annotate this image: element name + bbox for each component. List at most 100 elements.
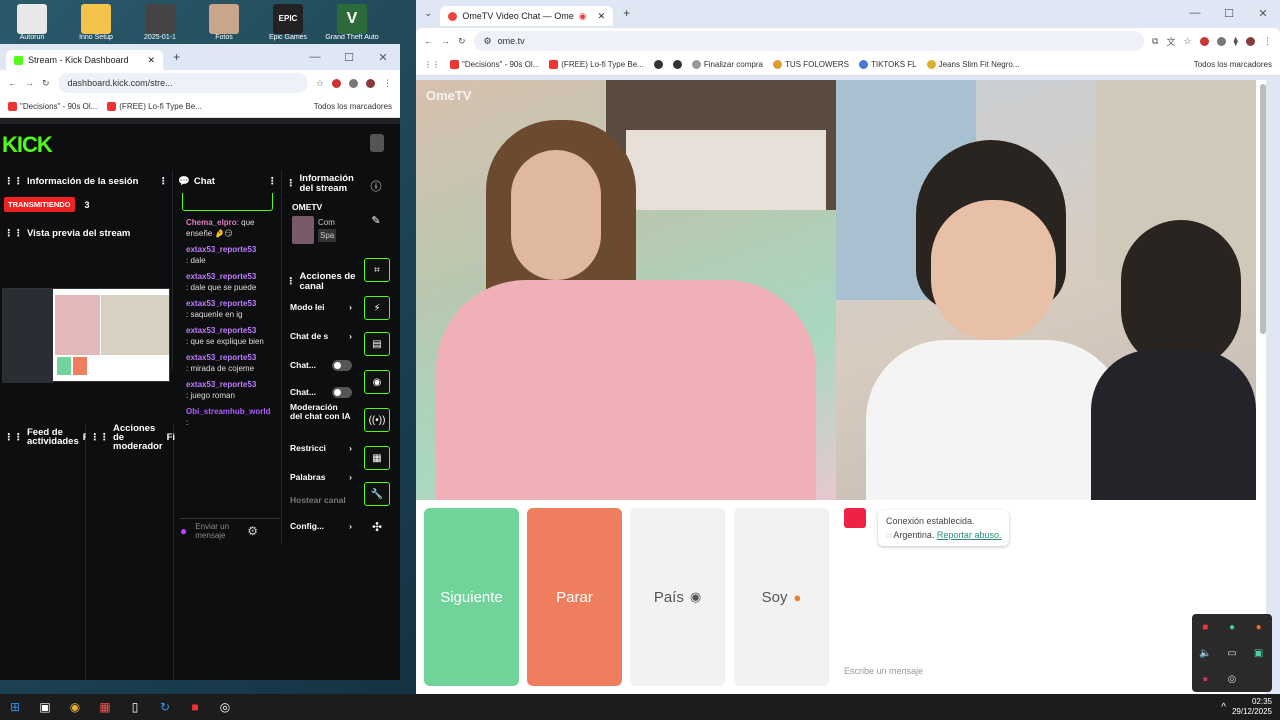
reload-icon[interactable]: ↻: [42, 78, 50, 89]
app-icon[interactable]: ■: [180, 694, 210, 720]
country-button[interactable]: País ◉: [630, 508, 725, 686]
user-avatar[interactable]: [370, 134, 384, 152]
bookmark-item[interactable]: (FREE) Lo-fi Type Be...: [549, 60, 644, 69]
desktop-icon[interactable]: Inno Setup: [66, 4, 126, 46]
stream-preview[interactable]: [2, 288, 170, 383]
bookmark-item[interactable]: Jeans Slim Fit Negro...: [926, 60, 1020, 69]
action-restrictions[interactable]: Restricci ›: [290, 443, 352, 472]
bookmark-folder[interactable]: Todos los marcadores: [1194, 60, 1272, 69]
chat-input[interactable]: Enviar un mensaje: [195, 522, 239, 540]
action-ai-moderation[interactable]: Moderación del chat con IA: [290, 403, 352, 443]
app-icon[interactable]: ▦: [90, 694, 120, 720]
scrollbar[interactable]: [1260, 84, 1266, 334]
bolt-icon[interactable]: ⚡: [364, 296, 390, 320]
tray-app-icon[interactable]: ●: [1202, 674, 1208, 685]
info-icon[interactable]: ⓘ: [362, 178, 390, 194]
gender-button[interactable]: Soy ●: [734, 508, 829, 686]
profile-avatar[interactable]: [366, 78, 375, 88]
action-config[interactable]: Config... ›: [290, 521, 352, 531]
menu-icon[interactable]: ⋮: [1263, 36, 1272, 47]
wrench-icon[interactable]: 🔧: [364, 482, 390, 506]
panel-menu-icon[interactable]: ⋮: [159, 176, 169, 187]
plugin-icon[interactable]: ✣: [364, 520, 390, 534]
back-icon[interactable]: ←: [8, 78, 17, 88]
maximize-icon[interactable]: ☐: [1212, 7, 1246, 20]
extensions-icon[interactable]: ⧫: [1234, 36, 1238, 47]
tab-ometv[interactable]: OmeTV Video Chat — Ome ◉ ✕: [440, 6, 614, 26]
extension-icon[interactable]: [1216, 36, 1226, 46]
star-icon[interactable]: ☆: [316, 78, 324, 89]
start-icon[interactable]: ⊞: [0, 694, 30, 720]
file-icon[interactable]: ▯: [120, 694, 150, 720]
volume-icon[interactable]: 🔈: [1199, 648, 1211, 659]
maximize-icon[interactable]: ☐: [332, 51, 366, 64]
tray-app-icon[interactable]: ▣: [1254, 648, 1263, 659]
toggle-switch[interactable]: [332, 387, 352, 398]
bookmark-item[interactable]: [672, 60, 682, 69]
close-tab-icon[interactable]: ✕: [598, 11, 606, 22]
next-button[interactable]: Siguiente: [424, 508, 519, 686]
toggle-switch[interactable]: [332, 360, 352, 371]
extension-icon[interactable]: [332, 78, 341, 88]
site-info-icon[interactable]: ⚙: [484, 36, 492, 47]
chrome-icon[interactable]: ◉: [60, 694, 90, 720]
address-bar[interactable]: dashboard.kick.com/stre...: [57, 73, 308, 93]
bookmark-item[interactable]: "Decisions" - 90s Ol...: [450, 60, 539, 69]
translate-icon[interactable]: 文: [1166, 35, 1175, 48]
tab-kick-dashboard[interactable]: Stream - Kick Dashboard ✕: [6, 50, 164, 70]
desktop-icon[interactable]: EPIC Epic Games: [258, 4, 318, 46]
refresh-app-icon[interactable]: ↻: [150, 694, 180, 720]
bookmark-item[interactable]: TUS FOLOWERS: [772, 60, 849, 69]
obs-icon[interactable]: ◎: [210, 694, 240, 720]
document-icon[interactable]: ▤: [364, 332, 390, 356]
star-icon[interactable]: ☆: [1183, 36, 1191, 47]
task-view-icon[interactable]: ▣: [30, 694, 60, 720]
desktop-icon[interactable]: Autorun: [2, 4, 62, 46]
mic-icon[interactable]: ●: [180, 524, 187, 538]
close-window-icon[interactable]: ✕: [366, 51, 400, 64]
install-icon[interactable]: ⧉: [1152, 36, 1158, 47]
action-chat-toggle[interactable]: Chat...: [290, 387, 352, 401]
action-chat-mode[interactable]: Chat de s ›: [290, 331, 352, 360]
tray-app-icon[interactable]: ◎: [1228, 674, 1237, 685]
bookmark-item[interactable]: "Decisions" - 90s Ol...: [8, 102, 97, 111]
tab-search-icon[interactable]: ⌄: [424, 8, 432, 19]
new-tab-icon[interactable]: +: [623, 6, 630, 20]
action-host-channel[interactable]: Hostear canal: [290, 495, 352, 521]
extension-icon[interactable]: [1199, 36, 1209, 46]
gear-icon[interactable]: ⚙: [247, 524, 258, 538]
minimize-icon[interactable]: —: [1178, 7, 1212, 20]
profile-avatar[interactable]: [1246, 36, 1255, 46]
bookmark-item[interactable]: (FREE) Lo-fi Type Be...: [107, 102, 202, 111]
report-abuse-link[interactable]: Reportar abuso.: [937, 530, 1002, 540]
new-tab-icon[interactable]: +: [173, 50, 180, 64]
reload-icon[interactable]: ↻: [458, 36, 466, 47]
desktop-icon[interactable]: 2025-01-1: [130, 4, 190, 46]
message-icon[interactable]: ◉: [364, 370, 390, 394]
bookmark-item[interactable]: [653, 60, 663, 69]
message-input[interactable]: Escribe un mensaje: [844, 660, 1204, 682]
bookmark-item[interactable]: TIKTOKS FL: [858, 60, 917, 69]
desktop-icon[interactable]: Fotos: [194, 4, 254, 46]
tray-app-icon[interactable]: ●: [1229, 622, 1235, 633]
tray-app-icon[interactable]: ■: [1202, 622, 1208, 633]
bookmark-item[interactable]: Finalizar compra: [691, 60, 763, 69]
desktop-icon[interactable]: V Grand Theft Auto: [322, 4, 382, 46]
focus-icon[interactable]: ⌗: [364, 258, 390, 282]
menu-icon[interactable]: ⋮: [383, 78, 392, 89]
minimize-icon[interactable]: —: [298, 51, 332, 64]
forward-icon[interactable]: →: [441, 36, 450, 46]
action-slow-mode[interactable]: Modo lei ›: [290, 302, 352, 331]
layout-icon[interactable]: ▦: [364, 446, 390, 470]
forward-icon[interactable]: →: [25, 78, 34, 88]
clock[interactable]: 02:35 29/12/2025: [1232, 697, 1272, 717]
edit-icon[interactable]: ✎: [362, 214, 390, 227]
display-icon[interactable]: ▭: [1227, 648, 1236, 659]
filter-button[interactable]: Fi: [167, 433, 175, 443]
bookmark-folder[interactable]: Todos los marcadores: [314, 102, 392, 111]
chevron-up-icon[interactable]: ^: [1221, 702, 1226, 713]
address-bar[interactable]: ⚙ ome.tv: [473, 31, 1145, 51]
apps-icon[interactable]: ⋮⋮: [424, 60, 440, 69]
panel-menu-icon[interactable]: ⋮: [268, 176, 278, 187]
close-tab-icon[interactable]: ✕: [148, 55, 156, 66]
